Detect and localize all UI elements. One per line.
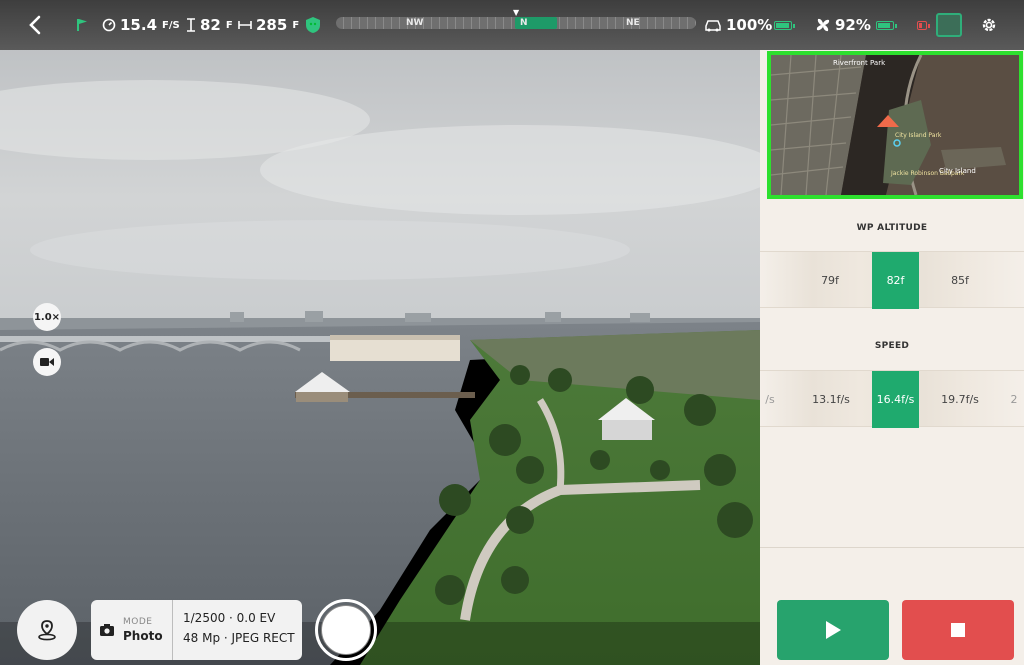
map-pin-icon: [38, 620, 56, 641]
camera-scene: [0, 0, 760, 665]
home-flag-icon: [76, 0, 88, 50]
photo-format: 48 Mp · JPEG RECT: [183, 631, 295, 645]
speed-value: 15.4: [120, 16, 158, 34]
satellite-map: Riverfront Park City Island Park Jackie …: [771, 55, 1019, 195]
speed-title: SPEED: [874, 341, 910, 351]
map-label-city-island: City Island: [939, 167, 976, 175]
compass-ne: NE: [626, 18, 640, 28]
distance-readout: 285 F: [238, 0, 299, 50]
aircraft-battery: 92%: [815, 0, 871, 50]
aircraft-battery-value: 92%: [835, 16, 871, 34]
compass-strip: ▼ NW N NE: [336, 8, 696, 29]
compass-n: N: [520, 18, 528, 28]
speed-unit: F/S: [162, 19, 180, 31]
controller-battery: 100%: [704, 0, 772, 50]
altitude-unit: F: [225, 19, 233, 31]
zoom-button[interactable]: 1.0×: [33, 303, 61, 331]
start-mission-button[interactable]: [777, 600, 889, 660]
altitude-option[interactable]: 85f: [936, 252, 984, 309]
speed-picker[interactable]: /s 13.1f/s 16.4f/s 19.7f/s 2: [760, 370, 1024, 428]
mode-selector[interactable]: MODE Photo: [91, 600, 173, 660]
speedometer-icon: [102, 18, 116, 32]
telemetry-bar: 15.4 F/S 82 F 285 F ▼ NW N NE 100% 92%: [0, 0, 1024, 50]
distance-icon: [238, 21, 252, 29]
chevron-left-icon: [29, 15, 41, 35]
camera-mode-panel[interactable]: MODE Photo 1/2500 · 0.0 EV 48 Mp · JPEG …: [91, 600, 302, 660]
wp-altitude-title: WP ALTITUDE: [856, 223, 928, 233]
divider: [760, 547, 1024, 548]
mission-panel: Riverfront Park City Island Park Jackie …: [760, 50, 1024, 665]
battery-full-icon: [774, 0, 795, 50]
video-camera-icon: [40, 358, 54, 366]
propeller-icon: [816, 18, 830, 32]
minimap[interactable]: Riverfront Park City Island Park Jackie …: [767, 51, 1023, 199]
battery-low-icon: [917, 0, 930, 50]
distance-unit: F: [292, 19, 300, 31]
speed-readout: 15.4 F/S: [102, 0, 180, 50]
stop-icon: [951, 623, 965, 637]
mode-value: Photo: [123, 629, 163, 643]
drone-flight-app: 15.4 F/S 82 F 285 F ▼ NW N NE 100% 92% 1…: [0, 0, 1024, 665]
car-icon: [705, 20, 721, 32]
stop-mission-button[interactable]: [902, 600, 1014, 660]
speed-option[interactable]: 2: [1006, 371, 1022, 428]
distance-value: 285: [256, 16, 288, 34]
heading-pointer-icon: ▼: [513, 8, 520, 17]
map-location-button[interactable]: [17, 600, 77, 660]
altitude-icon: [187, 18, 195, 32]
camera-icon: [100, 624, 114, 636]
battery-high-icon: [876, 0, 897, 50]
play-icon: [826, 621, 841, 639]
altitude-selected[interactable]: 82f: [872, 252, 919, 309]
altitude-option[interactable]: 79f: [806, 252, 854, 309]
mode-label: MODE: [123, 617, 153, 627]
video-mode-button[interactable]: [33, 348, 61, 376]
back-button[interactable]: [28, 0, 42, 50]
speed-selected[interactable]: 16.4f/s: [872, 371, 919, 428]
altitude-value: 82: [200, 16, 221, 34]
camera-feed: [0, 0, 760, 665]
map-label-riverfront: Riverfront Park: [833, 59, 886, 67]
speed-option[interactable]: /s: [760, 371, 780, 428]
gear-icon: [982, 18, 996, 32]
compass-nw: NW: [406, 18, 424, 28]
altitude-readout: 82 F: [186, 0, 233, 50]
exposure-settings: 1/2500 · 0.0 EV: [183, 611, 276, 625]
controller-battery-value: 100%: [726, 16, 773, 34]
wp-altitude-picker[interactable]: 79f 82f 85f: [760, 251, 1024, 309]
camera-select-button[interactable]: [936, 13, 962, 37]
shutter-button[interactable]: [315, 599, 377, 661]
speed-option[interactable]: 13.1f/s: [808, 371, 854, 428]
camera-settings[interactable]: 1/2500 · 0.0 EV 48 Mp · JPEG RECT: [173, 600, 302, 660]
settings-button[interactable]: [980, 0, 998, 50]
map-label-city-island-park: City Island Park: [895, 132, 942, 139]
shield-icon[interactable]: [305, 0, 321, 50]
speed-option[interactable]: 19.7f/s: [936, 371, 984, 428]
